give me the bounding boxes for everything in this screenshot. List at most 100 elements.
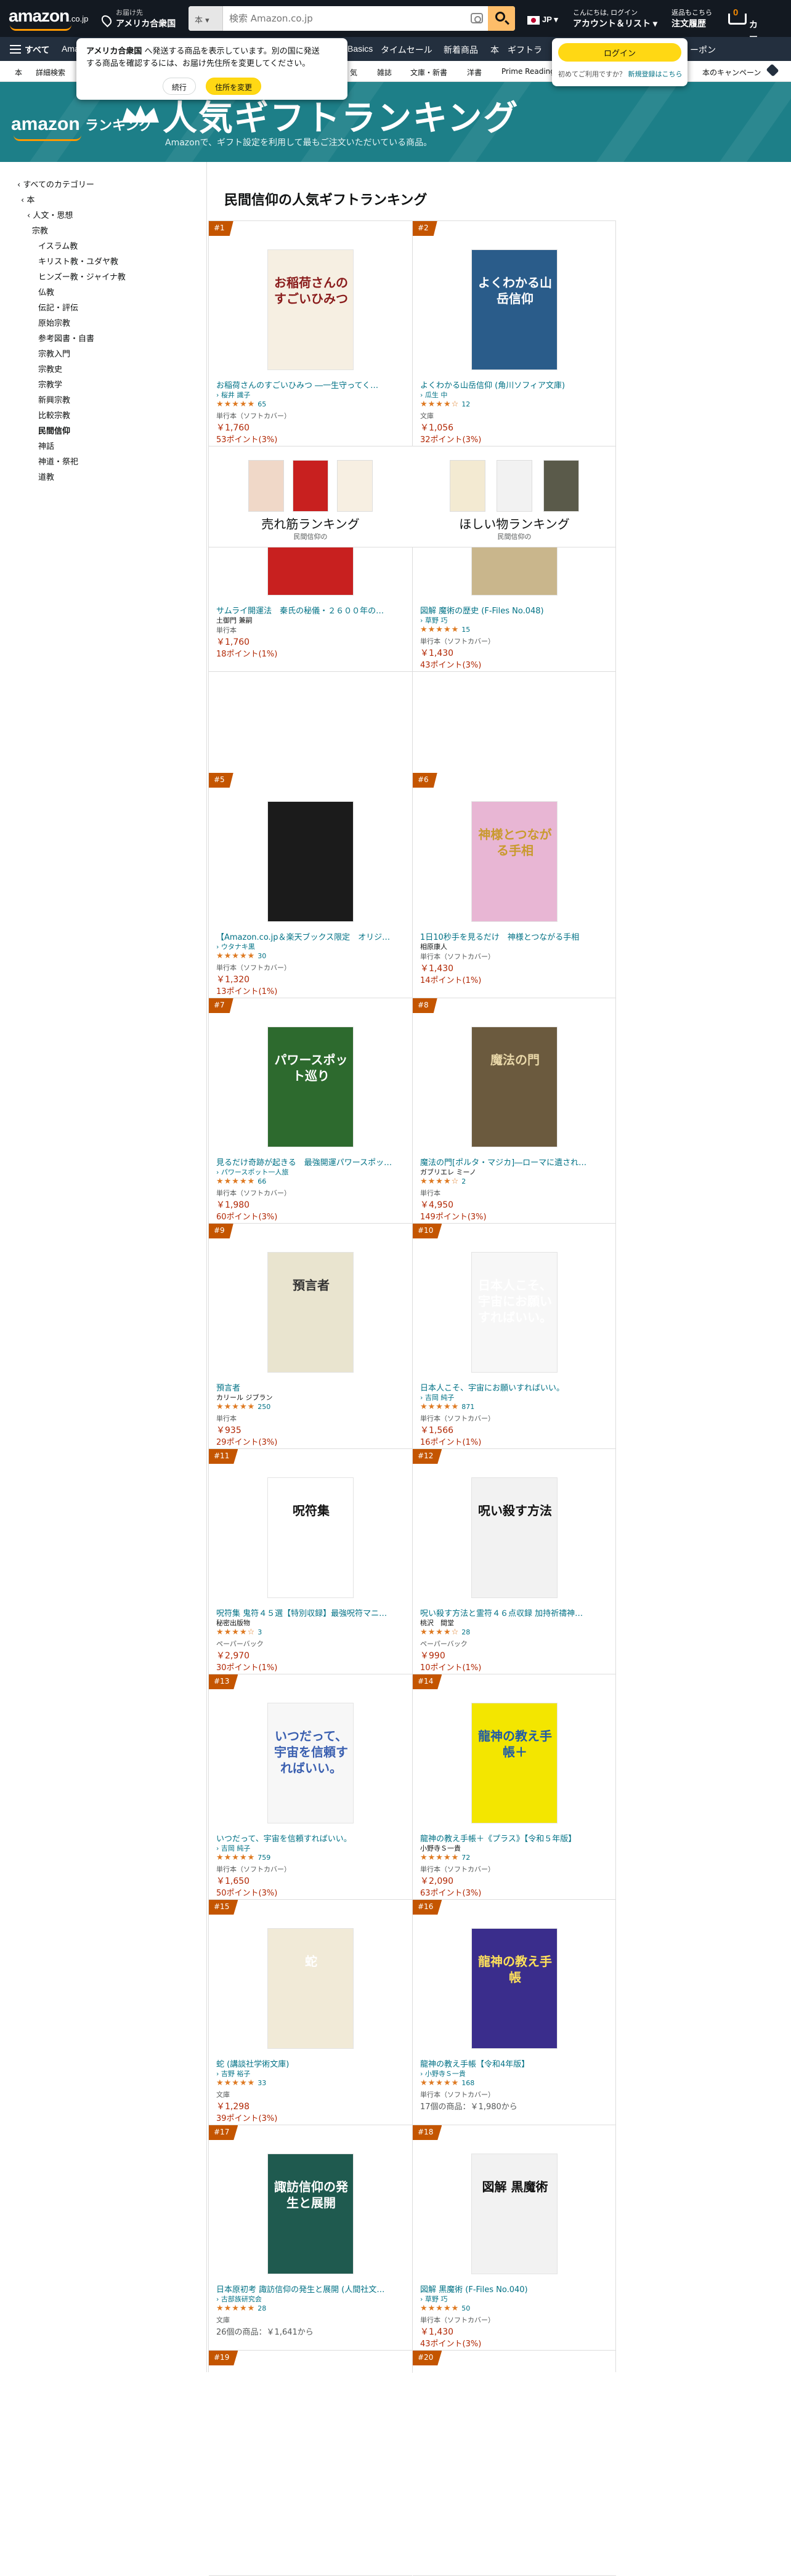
product-offers[interactable]: 17個の商品：￥1,980から — [420, 2100, 517, 2112]
wishlist-link[interactable]: ほしい物ランキング 民間信仰の — [413, 446, 616, 547]
product-author[interactable]: › パワースポット一人旅 — [216, 1167, 288, 1177]
product-title-link[interactable]: 呪い殺す方法と霊符４６点収録 加持祈禱神… — [420, 1607, 609, 1618]
sidebar-category[interactable]: 新興宗教 — [38, 394, 70, 405]
subnav-foreign[interactable]: 洋書 — [467, 67, 482, 78]
sidebar-category[interactable]: キリスト教・ユダヤ教 — [38, 255, 118, 267]
sidebar-category[interactable]: 宗教学 — [38, 378, 62, 390]
rating-count[interactable]: 15 — [461, 626, 470, 634]
product-cover-image[interactable]: 龍神の教え手帳 — [471, 1928, 558, 2049]
rating-stars[interactable]: ★★★★★ 15 — [420, 625, 470, 634]
hamburger-icon[interactable] — [10, 45, 21, 54]
product-cover-image[interactable] — [267, 801, 354, 922]
product-cover-image[interactable]: 図解 黒魔術 — [471, 2154, 558, 2274]
rating-count[interactable]: 30 — [258, 952, 266, 960]
rating-count[interactable]: 2 — [461, 1177, 466, 1185]
product-title-link[interactable]: 龍神の教え手帳＋《プラス》【令和５年版】 — [420, 1832, 609, 1844]
product-cover-image[interactable]: 呪符集 — [267, 1477, 354, 1598]
product-author[interactable]: › 小野寺Ｓ一貴 — [420, 2069, 466, 2078]
nav-item-new[interactable]: 新着商品 — [444, 44, 478, 56]
deliver-to[interactable]: お届け先 アメリカ合衆国 — [99, 7, 176, 30]
sidebar-category[interactable]: イスラム教 — [38, 240, 78, 251]
account-menu[interactable]: こんにちは, ログイン アカウント＆リスト ▾ — [573, 7, 657, 30]
product-offers[interactable]: 26個の商品：￥1,641から — [216, 2325, 314, 2337]
rating-count[interactable]: 871 — [461, 1403, 474, 1411]
product-author[interactable]: › 桜井 識子 — [216, 390, 250, 400]
rating-stars[interactable]: ★★★★★ 50 — [420, 2304, 470, 2313]
rating-stars[interactable]: ★★★★★ 871 — [420, 1402, 474, 1411]
sidebar-category[interactable]: 道教 — [38, 470, 54, 482]
change-address-button[interactable]: 住所を変更 — [206, 78, 262, 95]
rating-count[interactable]: 50 — [461, 2304, 470, 2312]
rating-count[interactable]: 3 — [258, 1628, 262, 1636]
product-cover-image[interactable]: いつだって、宇宙を信頼すればいい。 — [267, 1703, 354, 1823]
subnav-prime-reading[interactable]: Prime Reading — [501, 67, 555, 76]
product-title-link[interactable]: 魔法の門[ポルタ・マジカ]―ローマに遺され… — [420, 1156, 609, 1168]
product-title-link[interactable]: 1日10秒手を見るだけ 神様とつながる手相 — [420, 931, 609, 942]
sidebar-category[interactable]: 宗教史 — [38, 363, 62, 374]
rating-stars[interactable]: ★★★★☆ 2 — [420, 1177, 466, 1186]
subnav-advanced-search[interactable]: 詳細検索 — [36, 67, 65, 78]
rating-count[interactable]: 28 — [461, 1628, 470, 1636]
sidebar-category[interactable]: 民間信仰 — [38, 424, 70, 436]
rating-count[interactable]: 168 — [461, 2079, 474, 2087]
product-title-link[interactable]: 日本原初考 諏訪信仰の発生と展開 (人間社文… — [216, 2283, 405, 2295]
sidebar-category[interactable]: 比較宗教 — [38, 409, 70, 421]
nav-item-basics[interactable]: Basics — [347, 44, 373, 54]
product-cover-image[interactable]: 龍神の教え手帳＋ — [471, 1703, 558, 1823]
product-cover-image[interactable]: お稲荷さんのすごいひみつ — [267, 249, 354, 370]
product-title-link[interactable]: 呪符集 鬼符４５選【特別収録】最強呪符マニ… — [216, 1607, 405, 1618]
rating-count[interactable]: 33 — [258, 2079, 266, 2087]
product-author[interactable]: › 古部族研究会 — [216, 2294, 262, 2304]
rating-stars[interactable]: ★★★★★ 30 — [216, 951, 266, 961]
rating-count[interactable]: 250 — [258, 1403, 270, 1411]
signup-link[interactable]: 新規登録はこちら — [628, 70, 683, 78]
product-cover-image[interactable]: 諏訪信仰の発生と展開 — [267, 2154, 354, 2274]
bestseller-link[interactable]: 売れ筋ランキング 民間信仰の — [209, 446, 412, 547]
product-author[interactable]: › 吉野 裕子 — [216, 2069, 250, 2078]
product-title-link[interactable]: お稲荷さんのすごいひみつ ―一生守ってく… — [216, 379, 405, 390]
sidebar-category[interactable]: 神道・祭祀 — [38, 455, 78, 467]
subnav-bunko[interactable]: 文庫・新書 — [410, 67, 447, 78]
product-title-link[interactable]: よくわかる山岳信仰 (角川ソフィア文庫) — [420, 379, 609, 390]
subnav-popular[interactable]: 気 — [350, 67, 357, 78]
rating-stars[interactable]: ★★★★★ 168 — [420, 2078, 474, 2088]
rating-stars[interactable]: ★★★★☆ 12 — [420, 400, 470, 409]
sidebar-category[interactable]: 神話 — [38, 440, 54, 451]
product-title-link[interactable]: 見るだけ奇跡が起きる 最強開運パワースポッ… — [216, 1156, 405, 1168]
nav-item-timesale[interactable]: タイムセール — [381, 44, 432, 56]
rating-stars[interactable]: ★★★★★ 66 — [216, 1177, 266, 1186]
orders-link[interactable]: 返品もこちら 注文履歴 — [671, 7, 712, 30]
rating-count[interactable]: 759 — [258, 1854, 270, 1862]
product-title-link[interactable]: サムライ開運法 秦氏の秘儀・２６００年の… — [216, 604, 405, 616]
product-author[interactable]: › ウタナキ黒 — [216, 942, 255, 951]
sidebar-category[interactable]: 参考図書・自書 — [38, 332, 94, 344]
product-title-link[interactable]: いつだって、宇宙を信頼すればいい。 — [216, 1832, 405, 1844]
rating-count[interactable]: 66 — [258, 1177, 266, 1185]
login-button[interactable]: ログイン — [558, 43, 681, 62]
product-title-link[interactable]: 【Amazon.co.jp＆楽天ブックス限定 オリジ… — [216, 931, 405, 942]
sidebar-category[interactable]: 原始宗教 — [38, 317, 70, 328]
sidebar-category[interactable]: 宗教 — [32, 224, 48, 236]
sidebar-category[interactable]: ‹ すべてのカテゴリー — [17, 178, 94, 190]
product-cover-image[interactable]: 魔法の門 — [471, 1027, 558, 1147]
sidebar-category[interactable]: ‹ 本 — [21, 193, 34, 205]
rating-stars[interactable]: ★★★★★ 759 — [216, 1853, 270, 1862]
continue-button[interactable]: 続行 — [162, 78, 196, 95]
rating-stars[interactable]: ★★★★★ 250 — [216, 1402, 270, 1411]
rating-stars[interactable]: ★★★★★ 28 — [216, 2304, 266, 2313]
rating-stars[interactable]: ★★★★★ 72 — [420, 1853, 470, 1862]
product-title-link[interactable]: 蛇 (講談社学術文庫) — [216, 2057, 405, 2069]
search-button[interactable] — [488, 6, 515, 31]
rating-count[interactable]: 28 — [258, 2304, 266, 2312]
nav-item-coupon[interactable]: ーポン — [690, 44, 716, 56]
product-title-link[interactable]: 図解 黒魔術 (F-Files No.040) — [420, 2283, 609, 2295]
rating-stars[interactable]: ★★★★★ 33 — [216, 2078, 266, 2088]
subnav-magazines[interactable]: 雑誌 — [377, 67, 392, 78]
product-title-link[interactable]: 預言者 — [216, 1381, 405, 1393]
product-cover-image[interactable]: 日本人こそ、宇宙にお願いすればいい。 — [471, 1252, 558, 1373]
nav-item-books[interactable]: 本 — [490, 44, 499, 56]
rating-count[interactable]: 65 — [258, 400, 266, 408]
product-author[interactable]: › 草野 巧 — [420, 615, 447, 625]
rating-count[interactable]: 12 — [461, 400, 470, 408]
product-cover-image[interactable]: パワースポット巡り — [267, 1027, 354, 1147]
